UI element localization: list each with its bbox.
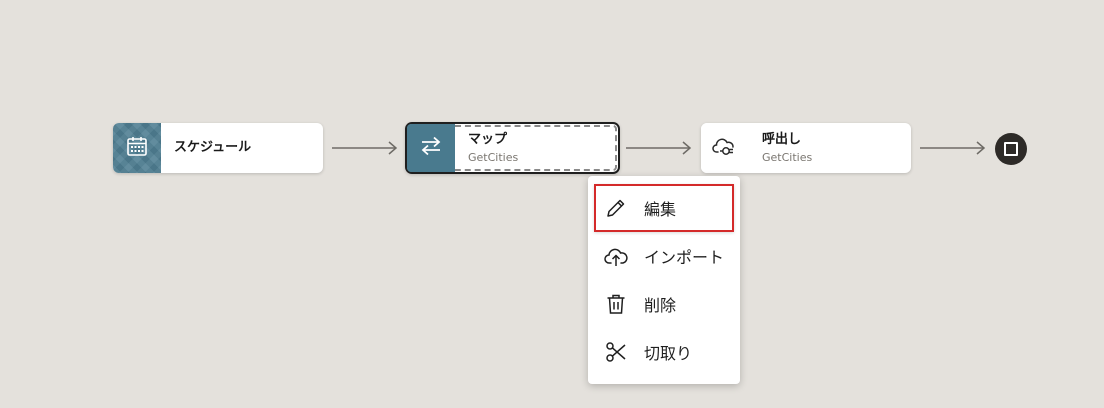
menu-item-delete-label: 削除 [644,296,677,315]
map-node-icon-tile [407,124,455,172]
invoke-node-icon-tile [701,123,749,173]
flow-arrow [626,141,692,155]
cloud-connect-icon [712,135,738,161]
menu-item-import[interactable]: インポート [588,232,740,280]
cloud-upload-icon [604,244,628,268]
map-node-subtitle: GetCities [468,150,519,164]
schedule-node[interactable]: スケジュール [113,123,323,173]
flow-arrow [920,141,986,155]
menu-item-cut-label: 切取り [644,344,693,363]
trash-icon [604,292,628,316]
swap-arrows-icon [419,135,443,161]
schedule-node-icon-tile [113,123,161,173]
stop-square-icon [1004,142,1018,156]
node-context-menu: 編集 インポート 削除 切取り [588,176,740,384]
pencil-icon [604,196,628,220]
menu-item-delete[interactable]: 削除 [588,280,740,328]
flow-arrow [332,141,398,155]
menu-item-edit[interactable]: 編集 [594,184,734,232]
invoke-node[interactable]: 呼出し GetCities [701,123,911,173]
scissors-icon [604,340,628,364]
schedule-node-title: スケジュール [174,140,252,155]
invoke-node-title: 呼出し [762,131,802,147]
map-node-title: マップ [468,131,508,147]
menu-item-cut[interactable]: 切取り [588,328,740,376]
map-node[interactable]: マップ GetCities [405,122,620,174]
menu-item-edit-label: 編集 [644,200,677,219]
integration-canvas: スケジュール マップ GetCities 呼出し GetCities 編集 イン… [0,0,1104,408]
calendar-icon [126,135,148,161]
menu-item-import-label: インポート [644,248,725,267]
end-node[interactable] [995,133,1027,165]
invoke-node-subtitle: GetCities [762,150,813,164]
